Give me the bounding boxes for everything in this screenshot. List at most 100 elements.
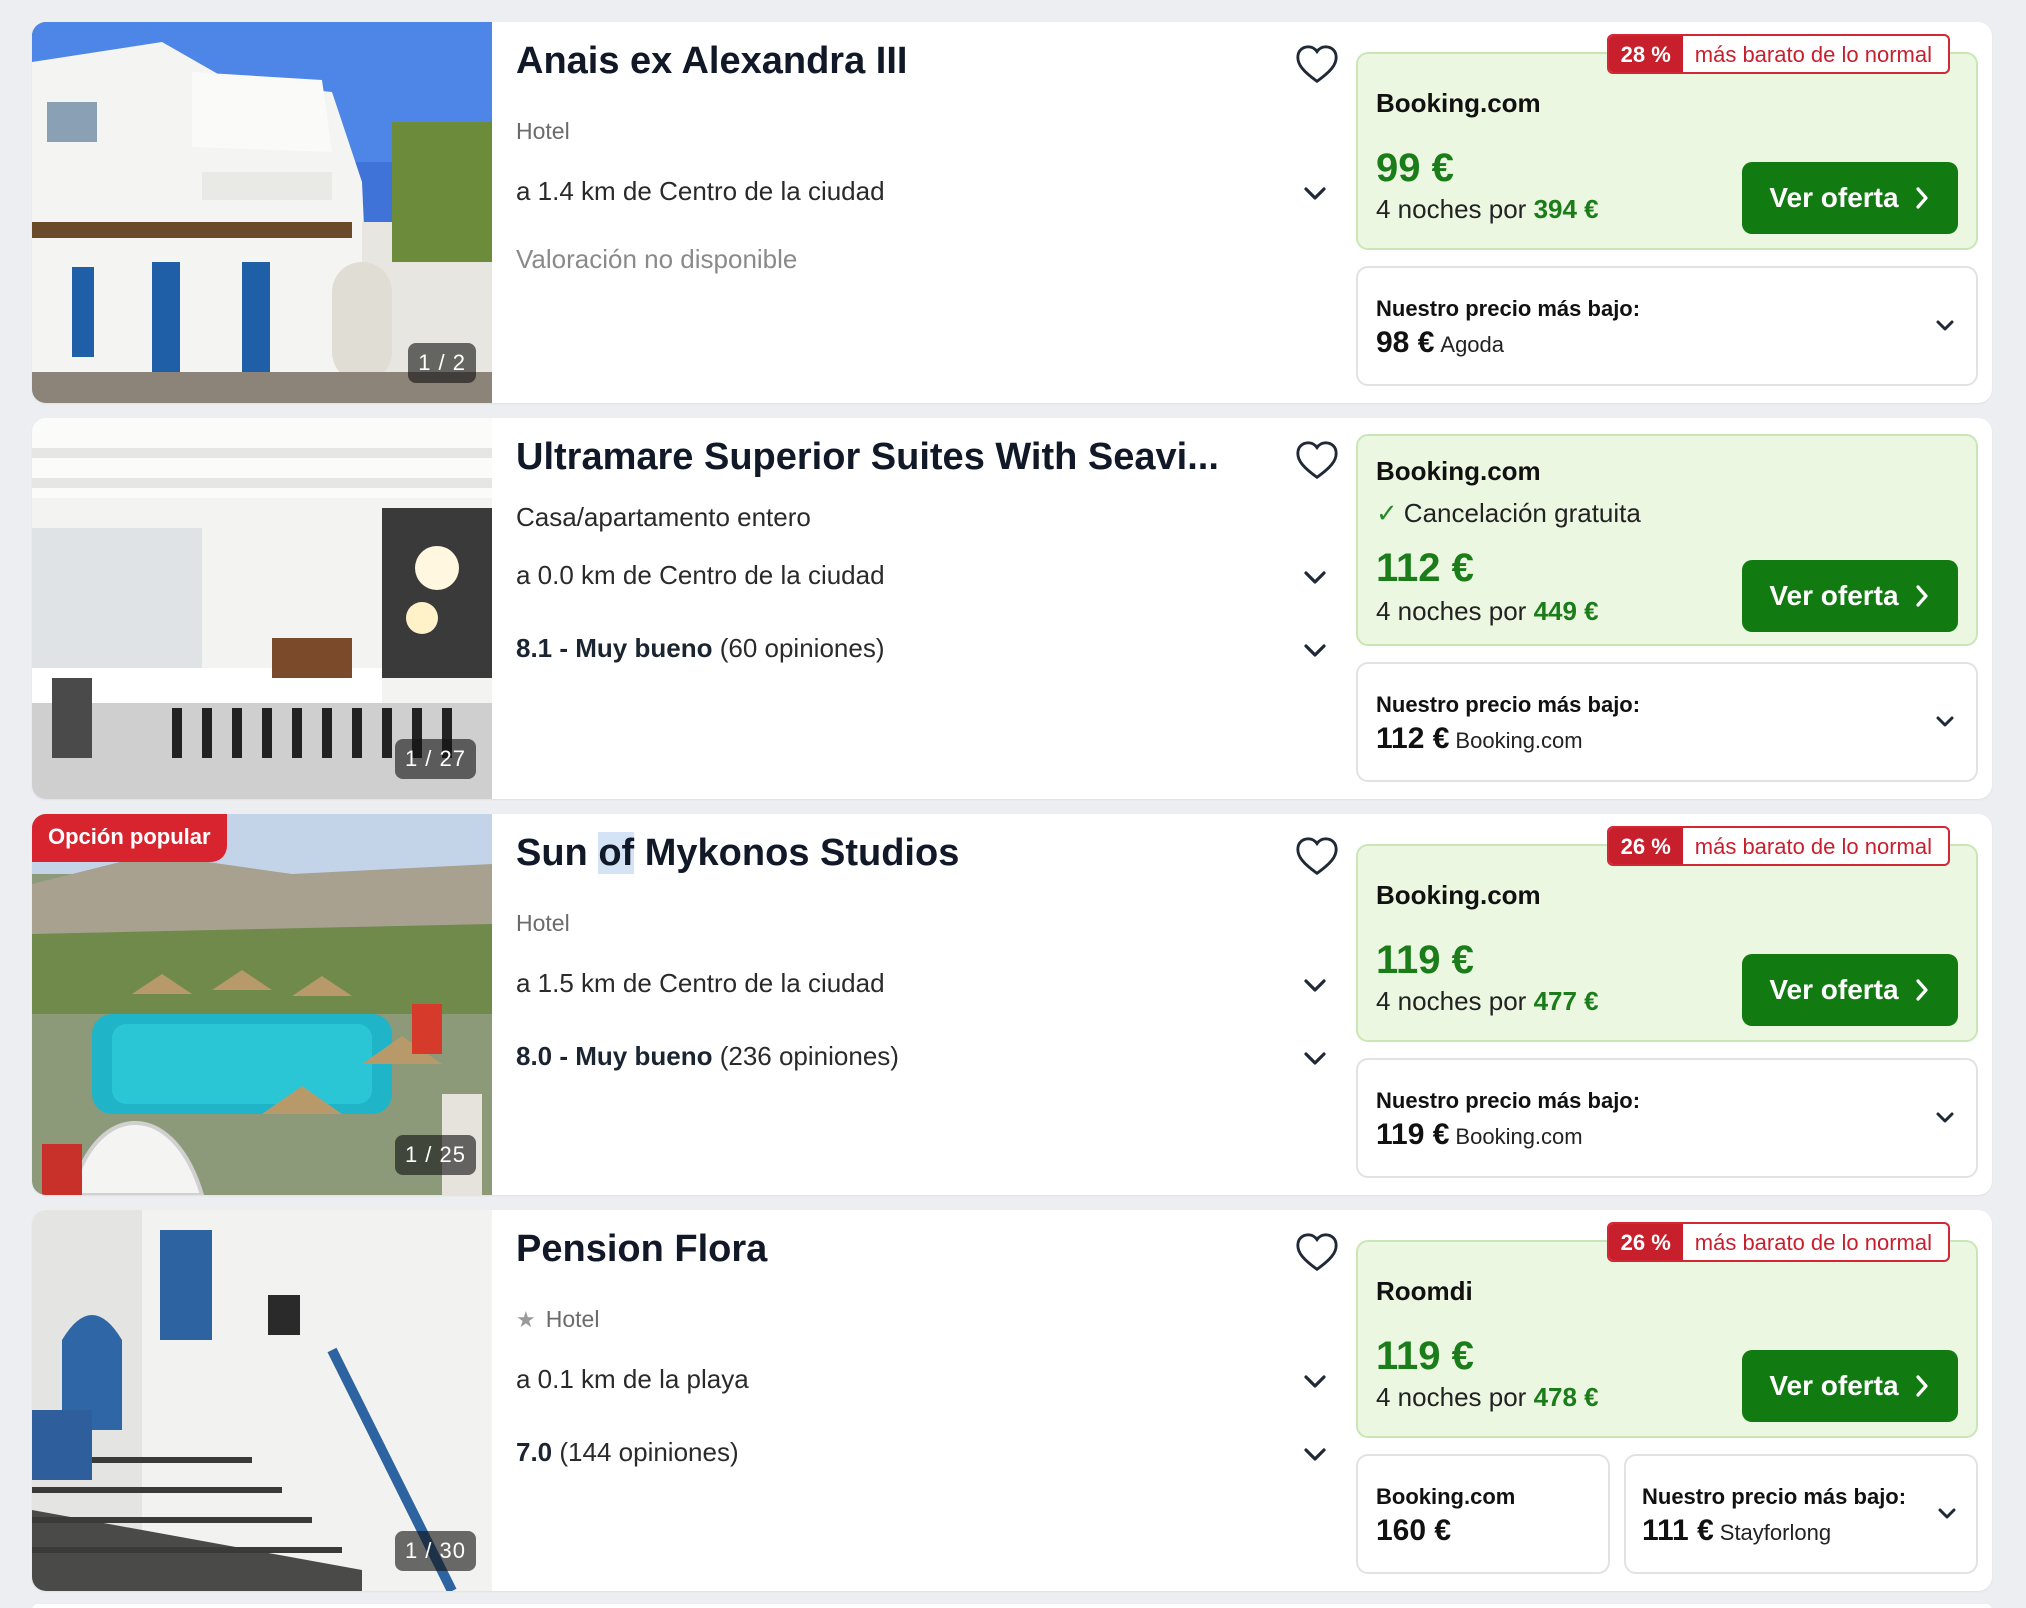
alt-provider: Booking.com	[1376, 1484, 1516, 1509]
property-type: Hotel	[516, 118, 570, 144]
distance-text: a 1.4 km de Centro de la ciudad	[516, 176, 885, 206]
chevron-down-icon[interactable]	[1300, 1366, 1330, 1396]
listing-card[interactable]: Opción popular 1 / 25 Sun of Mykonos Stu…	[32, 814, 1992, 1195]
deal-provider: Booking.com	[1376, 456, 1541, 486]
lowest-price-box[interactable]: Nuestro precio más bajo: 111 € Stayforlon…	[1624, 1454, 1978, 1574]
view-offer-button[interactable]: Ver oferta	[1742, 162, 1958, 234]
listing-card[interactable]: 1 / 2 Anais ex Alexandra III Hotel a 1.4…	[32, 22, 1992, 403]
heart-icon[interactable]	[1294, 438, 1340, 484]
property-type: Hotel	[516, 910, 570, 936]
property-type: Casa/apartamento entero	[516, 502, 811, 532]
nights-total: 4 noches por 477 €	[1376, 986, 1599, 1016]
nights-total: 4 noches por 478 €	[1376, 1382, 1599, 1412]
next-listing-card-edge	[32, 1604, 1992, 1608]
lowest-price-label: Nuestro precio más bajo:	[1376, 296, 1641, 321]
distance-text: a 0.1 km de la playa	[516, 1364, 749, 1394]
view-offer-button[interactable]: Ver oferta	[1742, 954, 1958, 1026]
discount-badge: 26 % más barato de lo normal	[1606, 1222, 1950, 1262]
distance-text: a 0.0 km de Centro de la ciudad	[516, 560, 885, 590]
top-deal: 26 % más barato de lo normal Roomdi 119 …	[1356, 1222, 1978, 1438]
lowest-price: 112 € Booking.com	[1376, 722, 1583, 755]
deal-price: 99 €	[1376, 146, 1454, 190]
lowest-price-box[interactable]: Nuestro precio más bajo: 112 € Booking.co…	[1356, 662, 1978, 782]
deal-price: 119 €	[1376, 938, 1474, 982]
chevron-right-icon	[1913, 978, 1931, 1002]
lowest-price-label: Nuestro precio más bajo:	[1376, 692, 1641, 717]
listing-info: Ultramare Superior Suites With Seavi... …	[516, 418, 1356, 799]
discount-pct: 28 %	[1608, 36, 1683, 72]
view-offer-button[interactable]: Ver oferta	[1742, 1350, 1958, 1422]
hotel-photo[interactable]: 1 / 2	[32, 22, 492, 403]
listing-info: Anais ex Alexandra III Hotel a 1.4 km de…	[516, 22, 1356, 403]
view-offer-button[interactable]: Ver oferta	[1742, 560, 1958, 632]
lowest-price: 119 € Booking.com	[1376, 1118, 1583, 1151]
deal-price: 112 €	[1376, 546, 1474, 590]
discount-text: más barato de lo normal	[1694, 834, 1932, 859]
rating-text: 8.0 - Muy bueno (236 opiniones)	[516, 1041, 899, 1071]
top-deal: 28 % más barato de lo normal Booking.com…	[1356, 34, 1978, 250]
photo-counter: 1 / 27	[394, 739, 476, 779]
lowest-price: 98 € Agoda	[1376, 326, 1505, 359]
hotel-name[interactable]: Anais ex Alexandra III	[516, 40, 1256, 83]
deal-provider: Booking.com	[1376, 880, 1541, 910]
heart-icon[interactable]	[1294, 834, 1340, 880]
photo-counter: 1 / 30	[394, 1531, 476, 1571]
chevron-down-icon[interactable]	[1932, 1104, 1958, 1130]
top-deal: Booking.com ✓ Cancelación gratuita 112 € …	[1356, 434, 1978, 646]
chevron-down-icon[interactable]	[1300, 178, 1330, 208]
discount-text: más barato de lo normal	[1694, 1230, 1932, 1255]
chevron-down-icon[interactable]	[1300, 635, 1330, 665]
chevron-right-icon	[1913, 584, 1931, 608]
alt-price: 160 €	[1376, 1514, 1452, 1547]
chevron-down-icon[interactable]	[1300, 1043, 1330, 1073]
hotel-photo[interactable]: 1 / 30	[32, 1210, 492, 1591]
chevron-down-icon[interactable]	[1300, 562, 1330, 592]
discount-pct: 26 %	[1608, 1224, 1683, 1260]
lowest-price-box[interactable]: Nuestro precio más bajo: 98 € Agoda	[1356, 266, 1978, 386]
hotel-photo[interactable]: 1 / 27	[32, 418, 492, 799]
rating-text: 8.1 - Muy bueno (60 opiniones)	[516, 633, 885, 663]
heart-icon[interactable]	[1294, 42, 1340, 88]
lowest-price-label: Nuestro precio más bajo:	[1642, 1484, 1907, 1509]
photo-counter: 1 / 2	[408, 343, 476, 383]
hotel-name[interactable]: Sun of Mykonos Studios	[516, 832, 1256, 875]
distance-text: a 1.5 km de Centro de la ciudad	[516, 968, 885, 998]
discount-pct: 26 %	[1608, 828, 1683, 864]
check-icon: ✓	[1376, 498, 1398, 528]
photo-counter: 1 / 25	[394, 1135, 476, 1175]
listing-card[interactable]: 1 / 27 Ultramare Superior Suites With Se…	[32, 418, 1992, 799]
rating-unavailable: Valoración no disponible	[516, 244, 798, 274]
property-type: ★ Hotel	[516, 1306, 600, 1332]
deal-provider: Booking.com	[1376, 88, 1541, 118]
results-list: 1 / 2 Anais ex Alexandra III Hotel a 1.4…	[32, 22, 1992, 1606]
hotel-name[interactable]: Ultramare Superior Suites With Seavi...	[516, 436, 1256, 479]
discount-badge: 28 % más barato de lo normal	[1606, 34, 1950, 74]
discount-badge: 26 % más barato de lo normal	[1606, 826, 1950, 866]
rating-text: 7.0 (144 opiniones)	[516, 1437, 739, 1467]
free-cancellation: ✓ Cancelación gratuita	[1376, 498, 1641, 528]
star-icon: ★	[516, 1307, 536, 1332]
chevron-down-icon[interactable]	[1934, 1500, 1960, 1526]
discount-text: más barato de lo normal	[1694, 42, 1932, 67]
alt-provider-box[interactable]: Booking.com 160 €	[1356, 1454, 1610, 1574]
deal-provider: Roomdi	[1376, 1276, 1473, 1306]
deal-price: 119 €	[1376, 1334, 1474, 1378]
chevron-down-icon[interactable]	[1932, 708, 1958, 734]
listing-info: Pension Flora ★ Hotel a 0.1 km de la play…	[516, 1210, 1356, 1591]
hotel-name[interactable]: Pension Flora	[516, 1228, 1256, 1271]
listing-card[interactable]: 1 / 30 Pension Flora ★ Hotel a 0.1 km de …	[32, 1210, 1992, 1591]
top-deal: 26 % más barato de lo normal Booking.com…	[1356, 826, 1978, 1042]
listing-info: Sun of Mykonos Studios Hotel a 1.5 km de…	[516, 814, 1356, 1195]
hotel-photo[interactable]: Opción popular 1 / 25	[32, 814, 492, 1195]
chevron-down-icon[interactable]	[1932, 312, 1958, 338]
heart-icon[interactable]	[1294, 1230, 1340, 1276]
chevron-down-icon[interactable]	[1300, 970, 1330, 1000]
chevron-right-icon	[1913, 1374, 1931, 1398]
chevron-down-icon[interactable]	[1300, 1439, 1330, 1469]
chevron-right-icon	[1913, 186, 1931, 210]
lowest-price: 111 € Stayforlong	[1642, 1514, 1832, 1547]
lowest-price-label: Nuestro precio más bajo:	[1376, 1088, 1641, 1113]
lowest-price-box[interactable]: Nuestro precio más bajo: 119 € Booking.co…	[1356, 1058, 1978, 1178]
popular-badge: Opción popular	[32, 814, 227, 862]
nights-total: 4 noches por 449 €	[1376, 596, 1599, 626]
